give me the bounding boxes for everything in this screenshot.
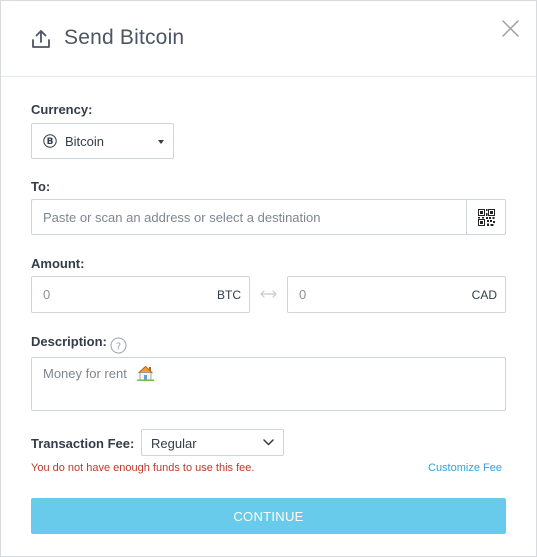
- description-value: Money for rent: [43, 366, 127, 381]
- btc-amount-field[interactable]: BTC: [31, 276, 250, 313]
- description-label: Description:: [31, 334, 107, 349]
- swap-arrows-icon: [260, 290, 277, 298]
- amount-label: Amount:: [31, 256, 85, 271]
- address-input[interactable]: [31, 199, 467, 235]
- caret-down-icon: [158, 140, 164, 144]
- currency-label: Currency:: [31, 102, 93, 117]
- close-icon[interactable]: [500, 18, 521, 39]
- fee-label: Transaction Fee:: [31, 436, 135, 451]
- qr-code-icon: [478, 209, 495, 226]
- btc-amount-input[interactable]: [32, 277, 192, 312]
- scan-qr-button[interactable]: [466, 199, 506, 235]
- fiat-unit-label: CAD: [471, 288, 497, 302]
- fiat-amount-field[interactable]: CAD: [287, 276, 506, 313]
- currency-selected: Bitcoin: [65, 134, 105, 149]
- svg-text:?: ?: [116, 341, 121, 352]
- continue-button[interactable]: CONTINUE: [31, 498, 506, 534]
- svg-text:B: B: [47, 137, 54, 147]
- to-label: To:: [31, 179, 51, 194]
- fee-select[interactable]: Regular: [141, 429, 284, 456]
- dialog-title: Send Bitcoin: [64, 26, 185, 49]
- send-bitcoin-dialog: Send Bitcoin Currency: B Bitcoin To: Pas…: [0, 0, 537, 557]
- fee-error-message: You do not have enough funds to use this…: [31, 462, 255, 474]
- upload-icon: [32, 30, 50, 48]
- fiat-amount-input[interactable]: [288, 277, 448, 312]
- customize-fee-link[interactable]: Customize Fee: [428, 462, 502, 474]
- house-emoji-icon: [137, 366, 154, 381]
- dialog-header: Send Bitcoin: [1, 1, 536, 77]
- currency-select[interactable]: B Bitcoin: [31, 123, 174, 159]
- chevron-down-icon: [263, 439, 274, 446]
- fee-selected: Regular: [151, 436, 197, 451]
- btc-unit-label: BTC: [217, 288, 241, 302]
- help-icon[interactable]: ?: [110, 337, 127, 354]
- bitcoin-icon: B: [43, 134, 57, 148]
